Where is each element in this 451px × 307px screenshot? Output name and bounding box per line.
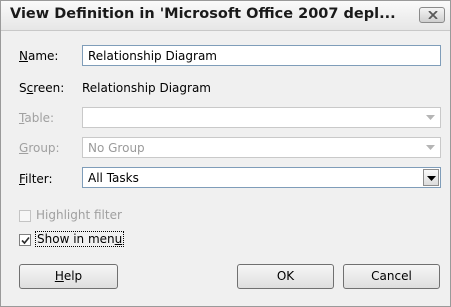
group-dropdown-value: No Group — [88, 141, 145, 155]
title-bar[interactable]: View Definition in 'Microsoft Office 200… — [1, 1, 450, 31]
screen-label: Screen: — [19, 81, 65, 95]
cancel-button[interactable]: Cancel — [343, 264, 440, 289]
table-label: Table: — [19, 111, 55, 125]
name-label: Name: — [19, 49, 59, 63]
group-dropdown[interactable]: No Group — [82, 137, 441, 158]
show-in-menu-checkbox[interactable] — [19, 234, 31, 246]
group-dropdown-button[interactable] — [423, 139, 439, 156]
name-input-value: Relationship Diagram — [88, 49, 217, 63]
table-dropdown-button[interactable] — [423, 109, 439, 126]
table-dropdown[interactable] — [82, 107, 441, 128]
filter-label: Filter: — [19, 172, 53, 186]
filter-dropdown-value: All Tasks — [88, 171, 139, 185]
help-button[interactable]: Help — [19, 264, 118, 289]
close-button[interactable] — [419, 7, 445, 23]
highlight-filter-label: Highlight filter — [36, 208, 122, 222]
chevron-down-icon — [426, 115, 435, 120]
checkmark-icon — [21, 236, 30, 245]
dialog-title: View Definition in 'Microsoft Office 200… — [10, 6, 396, 22]
name-input[interactable]: Relationship Diagram — [82, 45, 441, 66]
close-x-icon — [428, 11, 438, 19]
show-in-menu-label: Show in menu — [34, 231, 125, 247]
screen-value: Relationship Diagram — [82, 81, 211, 95]
filter-dropdown-button[interactable] — [423, 169, 439, 186]
ok-button[interactable]: OK — [237, 264, 334, 289]
filter-dropdown[interactable]: All Tasks — [82, 167, 441, 188]
chevron-down-icon — [426, 145, 435, 150]
group-label: Group: — [19, 141, 60, 155]
chevron-down-icon — [427, 176, 436, 181]
highlight-filter-checkbox[interactable] — [19, 210, 31, 222]
view-definition-dialog: View Definition in 'Microsoft Office 200… — [0, 0, 451, 307]
